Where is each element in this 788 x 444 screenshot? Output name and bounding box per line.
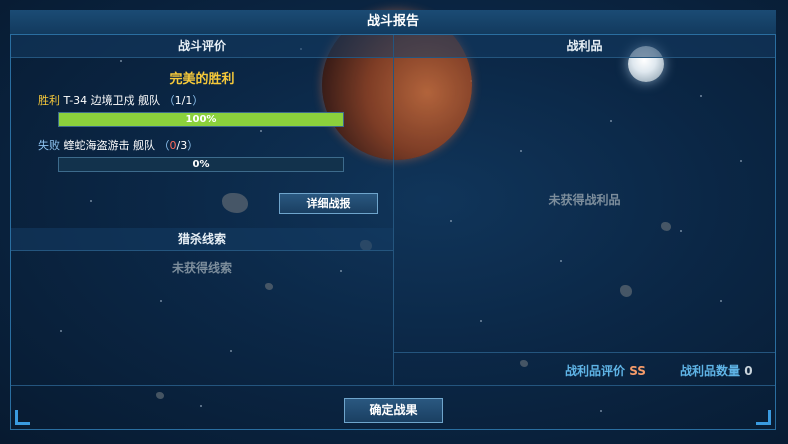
loot-count-label: 战利品数量 xyxy=(680,364,741,378)
fleet-count-current: 1 xyxy=(174,94,182,107)
clues-empty-text: 未获得线索 xyxy=(171,261,232,275)
fleet-name: T-34 边境卫戍 舰队 xyxy=(63,94,161,107)
loot-count-value: 0 xyxy=(744,364,753,378)
loot-empty-text: 未获得战利品 xyxy=(548,193,621,207)
fleet-name: 蝰蛇海盗游击 舰队 xyxy=(63,139,156,152)
fleet-status: 失败 xyxy=(38,139,60,152)
loot-footer-divider xyxy=(394,352,775,353)
loot-rating-value: SS xyxy=(629,364,646,378)
fleet-row-ally: 胜利 T-34 边境卫戍 舰队 （1/1） xyxy=(38,94,204,107)
fleet-progress-bar-enemy: 0% xyxy=(58,157,344,172)
detailed-report-button[interactable]: 详细战报 xyxy=(279,193,378,214)
evaluation-header: 战斗评价 xyxy=(11,35,393,58)
frame-corner xyxy=(15,410,30,425)
result-title: 完美的胜利 xyxy=(169,72,235,87)
confirm-results-button[interactable]: 确定战果 xyxy=(344,398,443,423)
loot-count: 战利品数量 0 xyxy=(680,362,753,379)
battle-report-screen: 战斗报告 战斗评价 战利品 完美的胜利 胜利 T-34 边境卫戍 舰队 （1/1… xyxy=(0,0,788,444)
fleet-status: 胜利 xyxy=(38,94,60,107)
loot-rating-label: 战利品评价 xyxy=(565,364,626,378)
window-title: 战斗报告 xyxy=(10,10,776,35)
loot-rating: 战利品评价 SS xyxy=(565,362,646,379)
progress-label: 100% xyxy=(185,114,217,125)
fleet-progress-bar-ally: 100% xyxy=(58,112,344,127)
loot-header: 战利品 xyxy=(394,35,775,58)
footer-divider xyxy=(11,385,775,386)
frame-corner xyxy=(756,410,771,425)
fleet-row-enemy: 失败 蝰蛇海盗游击 舰队 （0/3） xyxy=(38,139,199,152)
fleet-count-current: 0 xyxy=(169,139,177,152)
panel-divider xyxy=(393,35,394,385)
progress-label: 0% xyxy=(192,159,210,170)
clues-header: 猎杀线索 xyxy=(11,228,393,251)
